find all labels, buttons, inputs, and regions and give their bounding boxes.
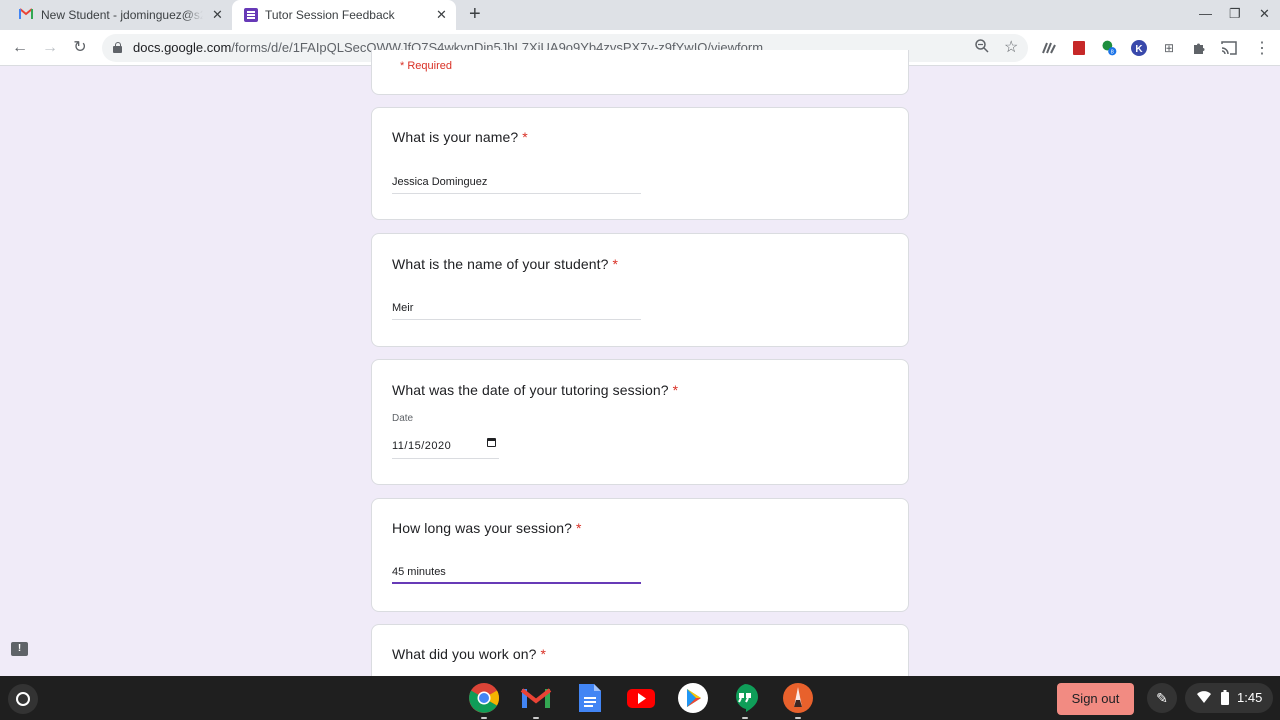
- lock-icon: [113, 42, 122, 53]
- question-card-worked-on: What did you work on? *: [371, 624, 909, 684]
- question-title: What is your name? *: [392, 129, 528, 145]
- extension-tools-icon[interactable]: [1040, 39, 1058, 57]
- launcher-button[interactable]: [8, 684, 38, 714]
- close-icon[interactable]: ✕: [212, 7, 223, 23]
- date-label: Date: [392, 413, 414, 424]
- extensions-puzzle-icon[interactable]: [1190, 39, 1208, 57]
- tab-tutor-session-feedback[interactable]: Tutor Session Feedback ✕: [232, 0, 456, 30]
- required-asterisk: *: [522, 129, 528, 145]
- close-icon[interactable]: ✕: [436, 7, 447, 23]
- tab-title: New Student - jdominguez@s20: [41, 8, 203, 22]
- date-field[interactable]: 11/15/2020: [392, 437, 499, 459]
- play-store-icon[interactable]: [677, 682, 709, 714]
- required-note: * Required: [400, 60, 452, 72]
- status-tray[interactable]: 1:45: [1185, 683, 1273, 713]
- tab-gmail[interactable]: New Student - jdominguez@s20 ✕: [0, 0, 232, 30]
- tab-strip: New Student - jdominguez@s20 ✕ Tutor Ses…: [0, 0, 1280, 30]
- date-value: 11/15/2020: [392, 440, 452, 452]
- chrome-menu-icon[interactable]: ⋮: [1253, 39, 1271, 57]
- running-indicator: [742, 717, 748, 719]
- back-arrow-icon[interactable]: ←: [9, 37, 31, 59]
- required-asterisk: *: [672, 382, 679, 398]
- sketch-app-icon[interactable]: [782, 682, 814, 719]
- clock-time: 1:45: [1237, 690, 1263, 705]
- running-indicator: [533, 717, 539, 719]
- sign-out-button[interactable]: Sign out: [1057, 683, 1134, 715]
- question-title: What did you work on? *: [392, 646, 547, 662]
- required-asterisk: *: [540, 646, 547, 662]
- tab-title: Tutor Session Feedback: [265, 8, 395, 22]
- question-title: What is the name of your student? *: [392, 256, 619, 272]
- session-length-field[interactable]: 45 minutes: [392, 562, 641, 584]
- calendar-icon[interactable]: [487, 438, 496, 447]
- reload-icon[interactable]: ↻: [69, 37, 91, 59]
- google-docs-icon[interactable]: [573, 682, 605, 714]
- bookmark-star-icon[interactable]: ☆: [1004, 37, 1018, 57]
- question-title: What was the date of your tutoring sessi…: [392, 382, 679, 398]
- wifi-icon: [1197, 691, 1211, 703]
- student-name-field[interactable]: Meir: [392, 298, 641, 320]
- extension-book-icon[interactable]: [1070, 39, 1088, 57]
- svg-text:8: 8: [1111, 50, 1114, 56]
- forward-arrow-icon[interactable]: →: [39, 37, 61, 59]
- chrome-icon[interactable]: [468, 682, 500, 719]
- question-card-duration: How long was your session? * 45 minutes: [371, 498, 909, 612]
- zoom-icon[interactable]: [975, 39, 989, 56]
- youtube-icon[interactable]: [625, 682, 657, 714]
- window-close-icon[interactable]: ✕: [1259, 6, 1270, 22]
- question-card-student: What is the name of your student? * Meir: [371, 233, 909, 347]
- required-asterisk: *: [576, 520, 582, 536]
- cast-icon[interactable]: [1220, 39, 1238, 57]
- new-tab-button[interactable]: +: [469, 4, 481, 24]
- restore-icon[interactable]: ❐: [1229, 6, 1241, 22]
- gmail-icon: [19, 8, 33, 19]
- question-card-date: What was the date of your tutoring sessi…: [371, 359, 909, 485]
- running-indicator: [795, 717, 801, 719]
- running-indicator: [481, 717, 487, 719]
- question-card-name: What is your name? * Jessica Dominguez: [371, 107, 909, 220]
- battery-icon: [1221, 690, 1229, 705]
- extension-green-circle-icon[interactable]: 8: [1100, 39, 1118, 57]
- required-asterisk: *: [612, 256, 619, 272]
- minimize-icon[interactable]: —: [1199, 6, 1212, 21]
- name-field[interactable]: Jessica Dominguez: [392, 172, 641, 194]
- google-forms-icon: [244, 8, 258, 22]
- form-header-card: * Required: [371, 50, 909, 95]
- extension-k-icon[interactable]: K: [1130, 39, 1148, 57]
- svg-text:K: K: [1135, 44, 1143, 55]
- extension-grid-icon[interactable]: ⊞: [1160, 39, 1178, 57]
- stylus-tools-icon[interactable]: ✎: [1147, 683, 1177, 713]
- hangouts-icon[interactable]: [729, 682, 761, 719]
- report-feedback-icon[interactable]: !: [11, 642, 28, 656]
- chromeos-shelf: Sign out ✎ 1:45: [0, 676, 1280, 720]
- question-title: How long was your session? *: [392, 520, 582, 536]
- gmail-icon[interactable]: [520, 682, 552, 719]
